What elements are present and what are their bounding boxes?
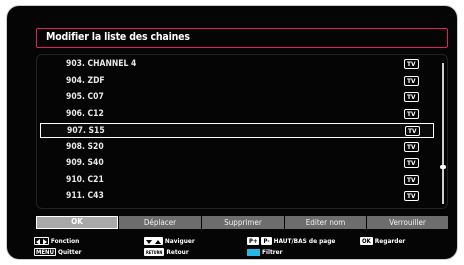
tv-badge-icon: TV	[405, 126, 420, 136]
channel-row[interactable]: 904. ZDF TV	[40, 74, 434, 89]
channel-name: 910. C21	[66, 174, 104, 185]
channel-row[interactable]: 911. C43 TV	[40, 189, 434, 204]
channel-row[interactable]: 905. C07 TV	[40, 90, 434, 105]
title-bar: Modifier la liste des chaines	[36, 28, 448, 48]
channel-name: 907. S15	[67, 126, 105, 136]
tv-badge-icon: TV	[404, 108, 419, 119]
channel-row-selected[interactable]: 907. S15 TV	[40, 123, 434, 138]
tv-badge-icon: TV	[404, 191, 419, 201]
scrollbar-thumb[interactable]	[440, 165, 446, 169]
tv-badge-icon: TV	[404, 174, 419, 185]
legend-quit: MENU Quitter	[34, 248, 82, 256]
legend-navigate: Naviguer	[144, 237, 195, 245]
channel-name: 909. S40	[66, 158, 104, 168]
tv-screen: Modifier la liste des chaines 903. CHANN…	[0, 0, 464, 265]
tv-badge-icon: TV	[404, 75, 419, 86]
return-key-icon: RETURN	[144, 248, 165, 256]
tv-badge-icon: TV	[404, 158, 419, 168]
channel-name: 906. C12	[66, 108, 104, 119]
channel-row[interactable]: 910. C21 TV	[40, 173, 434, 188]
channel-row[interactable]: 908. S20 TV	[40, 140, 434, 155]
p-plus-key-icon: P+	[247, 237, 260, 245]
move-button[interactable]: Déplacer	[119, 216, 201, 229]
legend-back: RETURN Retour	[144, 248, 189, 256]
menu-key-icon: MENU	[34, 248, 56, 256]
legend-filter: Filtrer	[247, 248, 283, 256]
channel-row[interactable]: 903. CHANNEL 4 TV	[40, 57, 434, 72]
lock-button[interactable]: Verrouiller	[367, 216, 448, 229]
channel-row[interactable]: 909. S40 TV	[40, 156, 434, 171]
legend-watch: OK Regarder	[360, 237, 406, 245]
tv-badge-icon: TV	[404, 92, 419, 102]
left-right-keys-icon	[34, 237, 49, 245]
legend-function: Fonction	[34, 237, 79, 245]
channel-name: 904. ZDF	[66, 75, 105, 86]
edit-name-button[interactable]: Editer nom	[285, 216, 366, 229]
channel-name: 908. S20	[66, 141, 104, 152]
scrollbar-track[interactable]	[442, 63, 444, 204]
p-minus-key-icon: P-	[261, 237, 272, 245]
legend-page: P+ P- HAUT/BAS de page	[247, 237, 336, 245]
tv-badge-icon: TV	[404, 59, 419, 69]
channel-name: 903. CHANNEL 4	[66, 59, 137, 69]
tv-badge-icon: TV	[404, 141, 419, 152]
channel-name: 905. C07	[66, 92, 104, 102]
blue-key-icon	[247, 248, 260, 256]
action-button-bar: OK Déplacer Supprimer Editer nom Verroui…	[36, 216, 448, 230]
page-title: Modifier la liste des chaines	[46, 31, 190, 43]
delete-button[interactable]: Supprimer	[202, 216, 284, 229]
ok-button[interactable]: OK	[36, 216, 118, 229]
up-down-keys-icon	[144, 237, 163, 245]
channel-list-panel: Modifier la liste des chaines 903. CHANN…	[7, 6, 457, 259]
channel-row[interactable]: 906. C12 TV	[40, 107, 434, 122]
ok-key-icon: OK	[360, 237, 373, 245]
channel-name: 911. C43	[66, 191, 104, 201]
